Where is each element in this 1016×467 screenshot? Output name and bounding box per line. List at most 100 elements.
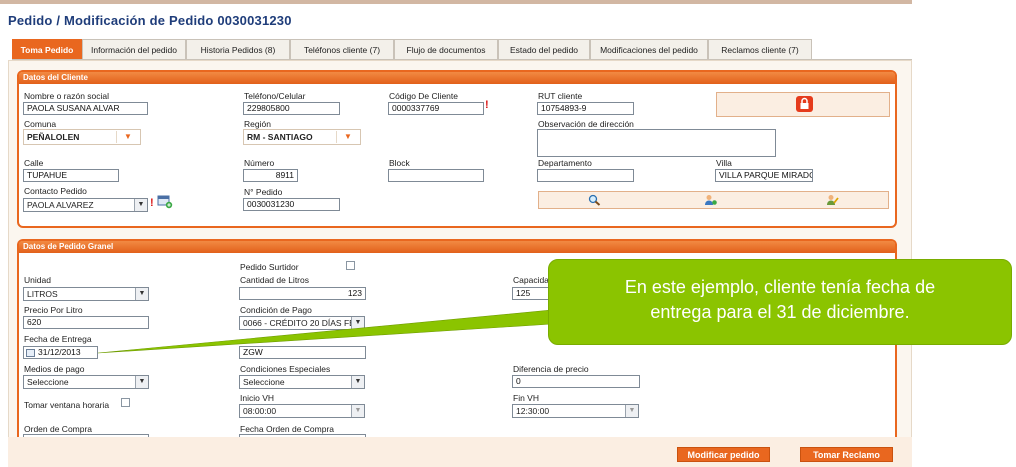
callout-line-2: entrega para el 31 de diciembre. [650,302,910,322]
surtidor-checkbox[interactable] [346,261,355,270]
numero-field[interactable]: 8911 [243,169,298,182]
telefono-field[interactable]: 229805800 [243,102,340,115]
annotation-callout: En este ejemplo, cliente tenía fecha de … [548,259,1012,345]
callout-text: En este ejemplo, cliente tenía fecha de … [549,275,1011,325]
villa-field[interactable]: VILLA PARQUE MIRADO [715,169,813,182]
tab-modificaciones-pedido[interactable]: Modificaciones del pedido [590,39,708,59]
block-field[interactable] [388,169,484,182]
chevron-down-icon: ▼ [134,199,147,211]
callout-line-1: En este ejemplo, cliente tenía fecha de [624,277,936,297]
page-title: Pedido / Modificación de Pedido 00300312… [8,13,292,28]
fecha-value: 31/12/2013 [38,347,81,357]
cliente-section-header: Datos del Cliente [19,72,895,84]
ventana-label: Tomar ventana horaria [24,400,110,410]
contacto-label: Contacto Pedido [24,186,87,196]
calendar-icon[interactable] [26,349,35,357]
chevron-down-icon: ▼ [625,405,638,417]
tab-estado-pedido[interactable]: Estado del pedido [498,39,590,59]
fecha-label: Fecha de Entrega [24,334,92,344]
region-label: Región [244,119,271,129]
fecha-field[interactable]: 31/12/2013 [23,346,98,359]
tab-flujo-documentos[interactable]: Flujo de documentos [394,39,498,59]
departamento-field[interactable] [537,169,634,182]
medios-select[interactable]: Seleccione ▼ [23,375,149,389]
top-divider [0,0,912,4]
user-edit-icon[interactable] [826,194,839,206]
calle-label: Calle [24,158,44,168]
rut-field[interactable]: 10754893-9 [537,102,634,115]
footer-bar [8,437,912,467]
telefono-label: Teléfono/Celular [244,91,306,101]
tab-historia-pedidos[interactable]: Historia Pedidos (8) [186,39,290,59]
npedido-field[interactable]: 0030031230 [243,198,340,211]
observacion-textarea[interactable] [537,129,776,157]
user-add-icon[interactable] [704,194,717,206]
surtidor-label: Pedido Surtidor [240,262,299,272]
chevron-down-icon: ▼ [336,131,359,143]
fin-select[interactable]: 12:30:00 ▼ [512,404,639,418]
codigo-field[interactable]: 0000337769 [388,102,484,115]
capacidad-label: Capacida [513,275,549,285]
calle-field[interactable]: TUPAHUE [23,169,119,182]
lock-icon[interactable] [796,96,813,112]
chevron-down-icon: ▼ [351,405,364,417]
tab-telefonos-cliente[interactable]: Teléfonos cliente (7) [290,39,394,59]
ventana-checkbox[interactable] [121,398,130,407]
chevron-down-icon: ▼ [135,376,148,388]
nombre-label: Nombre o razón social [24,91,110,101]
unidad-label: Unidad [24,275,51,285]
required-marker: ! [150,197,154,209]
fin-label: Fin VH [513,393,539,403]
tomar-reclamo-button[interactable]: Tomar Reclamo [800,447,893,462]
required-marker: ! [485,99,489,111]
comuna-label: Comuna [24,119,57,129]
unidad-select[interactable]: LITROS ▼ [23,287,149,301]
inicio-select[interactable]: 08:00:00 ▼ [239,404,365,418]
inicio-label: Inicio VH [240,393,275,403]
orden-label: Orden de Compra [24,424,93,434]
calendar-add-icon[interactable] [157,195,173,209]
granel-section-header: Datos de Pedido Granel [19,241,895,253]
tab-informacion-pedido[interactable]: Información del pedido [82,39,186,59]
search-client-icon[interactable] [588,194,601,206]
callout-pointer [97,309,553,354]
client-actions-bar [538,191,889,209]
inicio-value: 08:00:00 [243,406,277,416]
block-label: Block [389,158,410,168]
comuna-select[interactable]: PEÑALOLEN ▼ [23,129,141,145]
region-value: RM - SANTIAGO [247,132,313,142]
chevron-down-icon: ▼ [351,376,364,388]
npedido-label: N° Pedido [244,187,283,197]
lock-panel [716,92,890,117]
condiciones-select[interactable]: Seleccione ▼ [239,375,365,389]
codigo-label: Código De Cliente [389,91,458,101]
chevron-down-icon: ▼ [116,131,139,143]
tab-bar: Toma Pedido Información del pedido Histo… [12,39,812,60]
cantidad-label: Cantidad de Litros [240,275,309,285]
chevron-down-icon: ▼ [135,288,148,300]
contacto-value: PAOLA ALVAREZ [27,200,94,210]
comuna-value: PEÑALOLEN [27,132,80,142]
medios-label: Medios de pago [24,364,85,374]
cantidad-field[interactable]: 123 [239,287,366,300]
capacidad-field[interactable]: 125 [512,287,550,300]
diferencia-label: Diferencia de precio [513,364,589,374]
condiciones-label: Condiciones Especiales [240,364,331,374]
diferencia-field[interactable]: 0 [512,375,640,388]
fin-value: 12:30:00 [516,406,550,416]
tab-reclamos-cliente[interactable]: Reclamos cliente (7) [708,39,812,59]
region-select[interactable]: RM - SANTIAGO ▼ [243,129,361,145]
nombre-field[interactable]: PAOLA SUSANA ALVAR [23,102,148,115]
fecha-orden-label: Fecha Orden de Compra [240,424,335,434]
tab-toma-pedido[interactable]: Toma Pedido [12,39,82,59]
unidad-value: LITROS [27,289,58,299]
precio-label: Precio Por Litro [24,305,83,315]
rut-label: RUT cliente [538,91,583,101]
contacto-select[interactable]: PAOLA ALVAREZ ▼ [23,198,148,212]
numero-label: Número [244,158,275,168]
villa-label: Villa [716,158,732,168]
modificar-pedido-button[interactable]: Modificar pedido [677,447,770,462]
condiciones-value: Seleccione [243,377,285,387]
medios-value: Seleccione [27,377,69,387]
departamento-label: Departamento [538,158,592,168]
